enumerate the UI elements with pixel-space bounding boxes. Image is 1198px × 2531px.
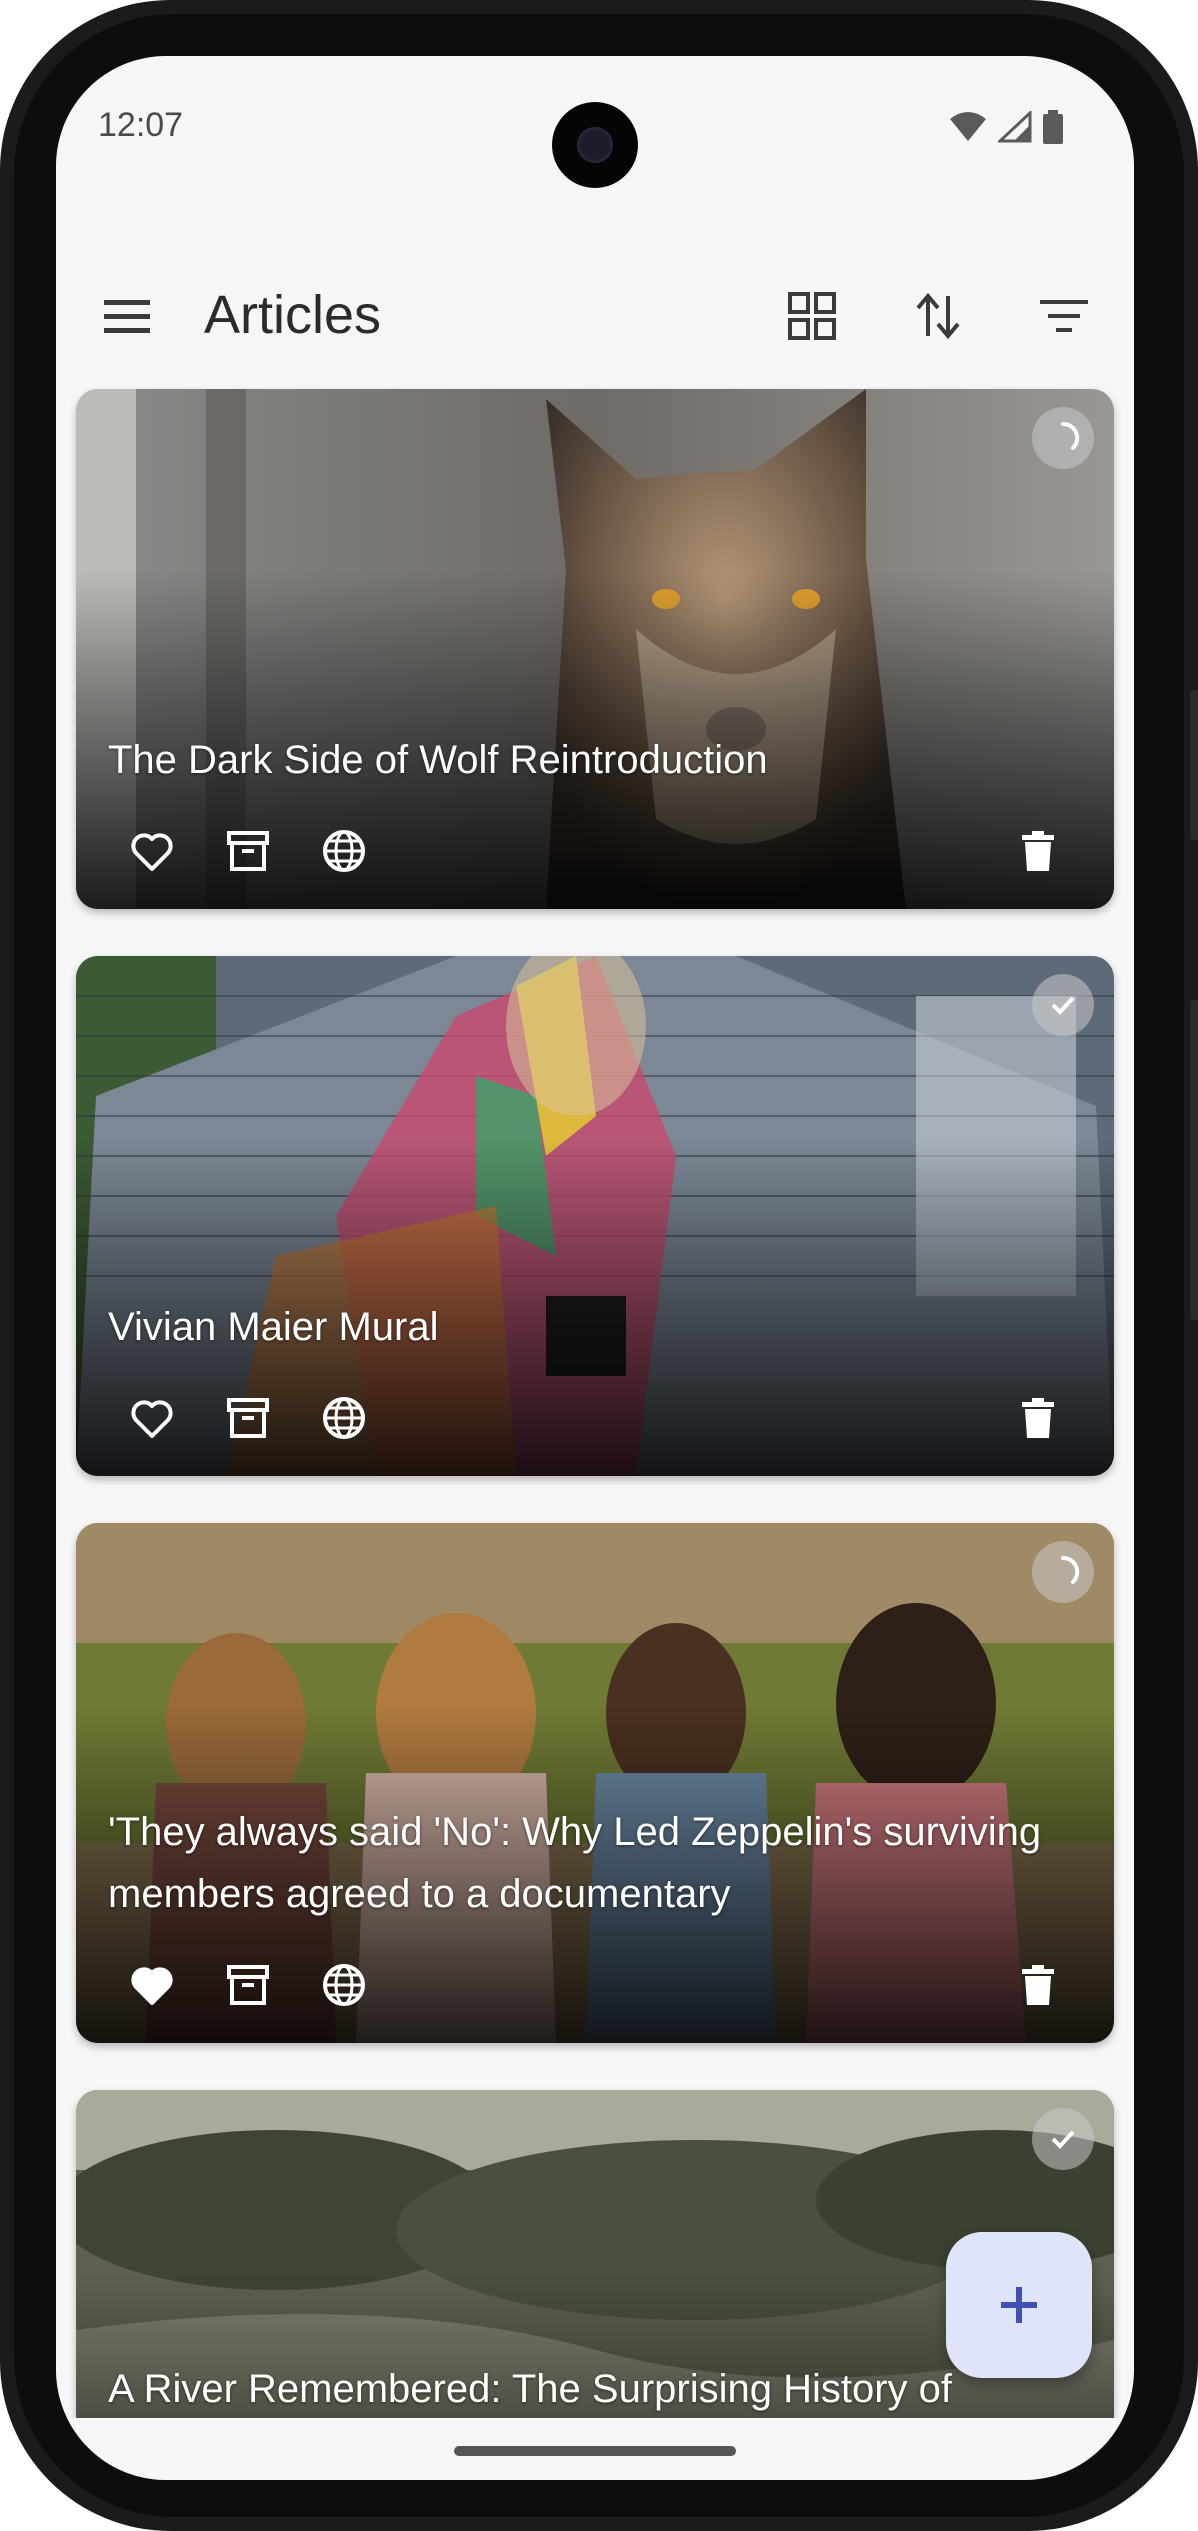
archive-icon[interactable] xyxy=(224,827,272,875)
heart-outline-icon[interactable] xyxy=(128,1394,176,1442)
archive-icon[interactable] xyxy=(224,1394,272,1442)
menu-icon[interactable] xyxy=(96,286,156,346)
gesture-handle[interactable] xyxy=(454,2446,736,2456)
power-button xyxy=(1190,1000,1198,1320)
page-title: Articles xyxy=(204,285,382,345)
card-actions xyxy=(128,1961,368,2009)
top-app-bar: Articles xyxy=(56,256,1134,376)
sort-icon[interactable] xyxy=(908,286,968,346)
check-icon xyxy=(1051,2130,1075,2149)
status-icons xyxy=(948,110,1064,144)
card-actions xyxy=(128,827,368,875)
delete-icon[interactable] xyxy=(1014,1394,1062,1442)
filter-icon[interactable] xyxy=(1034,286,1094,346)
add-article-button[interactable] xyxy=(946,2232,1092,2378)
grid-view-icon[interactable] xyxy=(782,286,842,346)
delete-icon[interactable] xyxy=(1014,1961,1062,2009)
article-title: A River Remembered: The Surprising Histo… xyxy=(108,2367,953,2411)
loading-indicator xyxy=(1032,1541,1094,1603)
article-card[interactable]: 'They always said 'No': Why Led Zeppelin… xyxy=(76,1523,1114,2043)
downloaded-indicator xyxy=(1032,2108,1094,2170)
article-title: 'They always said 'No': Why Led Zeppelin… xyxy=(108,1810,1042,1916)
wifi-icon xyxy=(950,112,986,141)
article-title: Vivian Maier Mural xyxy=(108,1305,439,1349)
spinner-icon xyxy=(1061,1555,1080,1584)
article-card[interactable]: The Dark Side of Wolf Reintroduction xyxy=(76,389,1114,909)
archive-icon[interactable] xyxy=(224,1961,272,2009)
loading-indicator xyxy=(1032,407,1094,469)
spinner-icon xyxy=(1061,421,1080,450)
battery-icon xyxy=(1043,110,1063,144)
delete-icon[interactable] xyxy=(1014,827,1062,875)
status-bar: 12:07 xyxy=(56,56,1134,196)
plus-icon xyxy=(1001,2287,1037,2323)
globe-icon[interactable] xyxy=(320,1961,368,2009)
signal-icon xyxy=(998,111,1032,143)
front-camera xyxy=(552,102,638,188)
heart-filled-icon[interactable] xyxy=(128,1961,176,2009)
globe-icon[interactable] xyxy=(320,1394,368,1442)
card-actions xyxy=(128,1394,368,1442)
volume-button xyxy=(1190,690,1198,840)
check-icon xyxy=(1051,996,1075,1015)
article-title: The Dark Side of Wolf Reintroduction xyxy=(108,738,768,782)
globe-icon[interactable] xyxy=(320,827,368,875)
screen: 12:07 Articles The Dark Side of Wolf Rei… xyxy=(56,56,1134,2480)
status-time: 12:07 xyxy=(98,106,184,144)
article-card[interactable]: Vivian Maier Mural xyxy=(76,956,1114,1476)
heart-outline-icon[interactable] xyxy=(128,827,176,875)
phone-frame: 12:07 Articles The Dark Side of Wolf Rei… xyxy=(0,0,1198,2531)
downloaded-indicator xyxy=(1032,974,1094,1036)
